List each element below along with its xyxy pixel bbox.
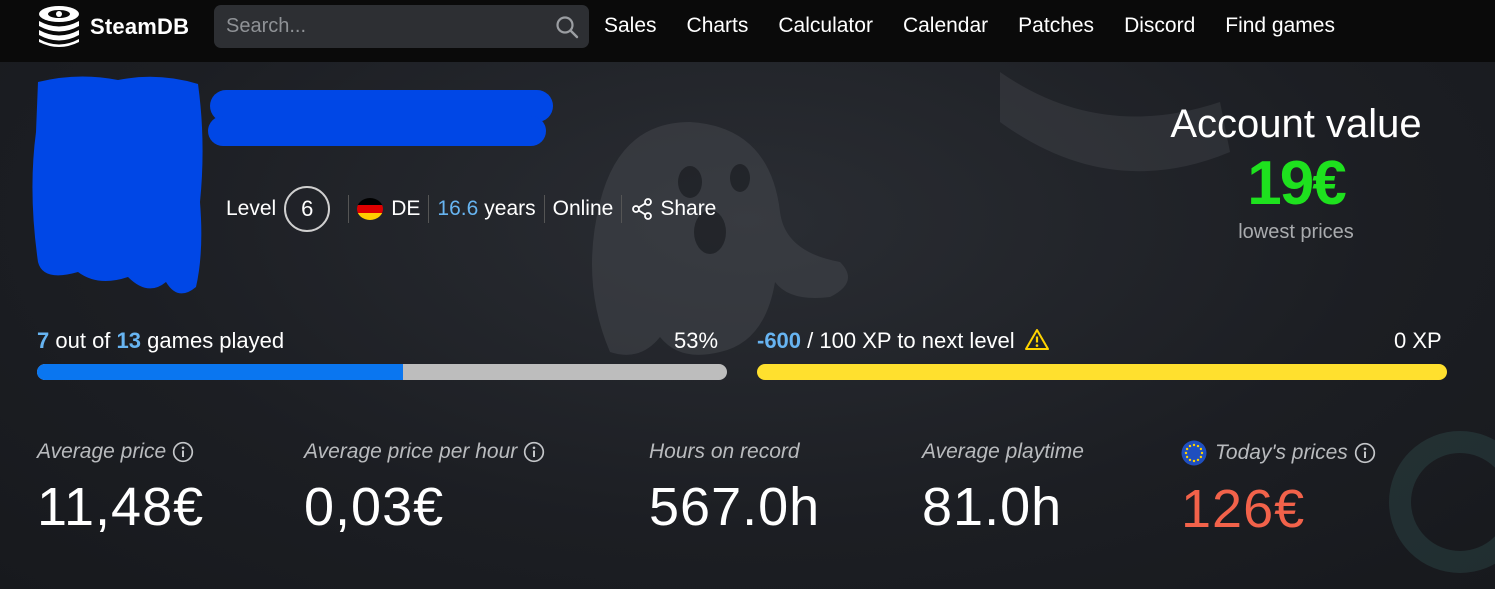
steamdb-logo[interactable]: SteamDB [36,4,189,50]
background-ring-icon [1389,431,1495,573]
account-value-panel: Account value 19€ lowest prices [1146,102,1446,244]
games-total-count: 13 [116,328,142,353]
xp-label: -600 / 100 XP to next level [757,328,1049,354]
nav-link-find-games[interactable]: Find games [1225,14,1335,38]
steamdb-logo-icon [39,6,79,47]
stat-hours-on-record: Hours on record 567.0h [649,440,820,538]
divider [621,195,623,223]
eu-flag-icon [1181,440,1207,466]
info-icon[interactable] [172,441,194,463]
account-value-subtitle: lowest prices [1238,221,1354,243]
stat-value: 81.0h [922,477,1063,537]
games-played-label: 7 out of 13 games played [37,328,284,354]
profile-hero: Level 6 DE 16.6 years Online Share Accou… [0,62,1495,589]
stat-value: 126€ [1181,479,1306,539]
nav-links: Sales Charts Calculator Calendar Patches… [604,14,1365,38]
username-heading [208,90,553,146]
xp-progress-fill [757,364,1447,380]
account-age-value: 16.6 [437,197,479,220]
share-button[interactable]: Share [630,197,716,221]
stat-label: Hours on record [649,440,800,463]
divider [348,195,350,223]
level-label: Level [226,197,277,220]
stat-label: Average price [37,440,167,463]
stat-value: 0,03€ [304,477,445,537]
account-value-amount: 19€ [1247,149,1346,218]
games-progress-fill [37,364,403,380]
stat-average-price: Average price 11,48€ [37,440,204,538]
divider [428,195,430,223]
brand-name: SteamDB [90,14,190,39]
games-played-count: 7 [37,328,50,353]
stat-label: Today's prices [1215,441,1348,464]
info-icon[interactable] [1354,442,1376,464]
divider [543,195,545,223]
profile-meta: Level 6 DE 16.6 years Online Share [226,186,716,232]
stat-value: 11,48€ [37,477,205,537]
stat-value: 567.0h [649,477,821,537]
xp-right-label: 0 XP [1394,328,1442,353]
games-out-of-text: out of [55,328,111,353]
account-age-unit: years [484,197,536,220]
games-percent: 53% [674,328,719,353]
nav-link-patches[interactable]: Patches [1018,14,1094,38]
search-box[interactable] [214,5,589,48]
games-progress-bar [37,364,727,380]
avatar[interactable] [28,72,206,296]
stat-todays-prices: Today's prices 126€ [1181,440,1376,540]
xp-current: -600 [757,328,802,353]
nav-link-calendar[interactable]: Calendar [903,14,988,38]
nav-link-sales[interactable]: Sales [604,14,657,38]
warning-icon[interactable] [1024,328,1049,350]
stat-average-playtime: Average playtime 81.0h [922,440,1084,538]
share-icon [632,198,653,220]
nav-link-calculator[interactable]: Calculator [778,14,873,38]
online-status: Online [552,197,614,220]
share-label: Share [660,197,717,220]
top-navbar: SteamDB Sales Charts Calculator Calendar… [0,0,1495,62]
nav-link-discord[interactable]: Discord [1124,14,1195,38]
stat-average-price-per-hour: Average price per hour 0,03€ [304,440,545,538]
xp-rest: / 100 XP to next level [807,328,1015,353]
nav-link-charts[interactable]: Charts [687,14,749,38]
account-value-title: Account value [1170,102,1422,146]
info-icon[interactable] [523,441,545,463]
germany-flag-icon [357,198,384,220]
games-played-suffix: games played [147,328,285,353]
country-code: DE [391,197,421,220]
stat-label: Average price per hour [304,440,518,463]
level-badge[interactable]: 6 [284,186,331,232]
stat-label: Average playtime [922,440,1084,463]
search-input[interactable] [224,14,555,39]
search-icon[interactable] [555,15,579,39]
xp-progress-bar [757,364,1447,380]
